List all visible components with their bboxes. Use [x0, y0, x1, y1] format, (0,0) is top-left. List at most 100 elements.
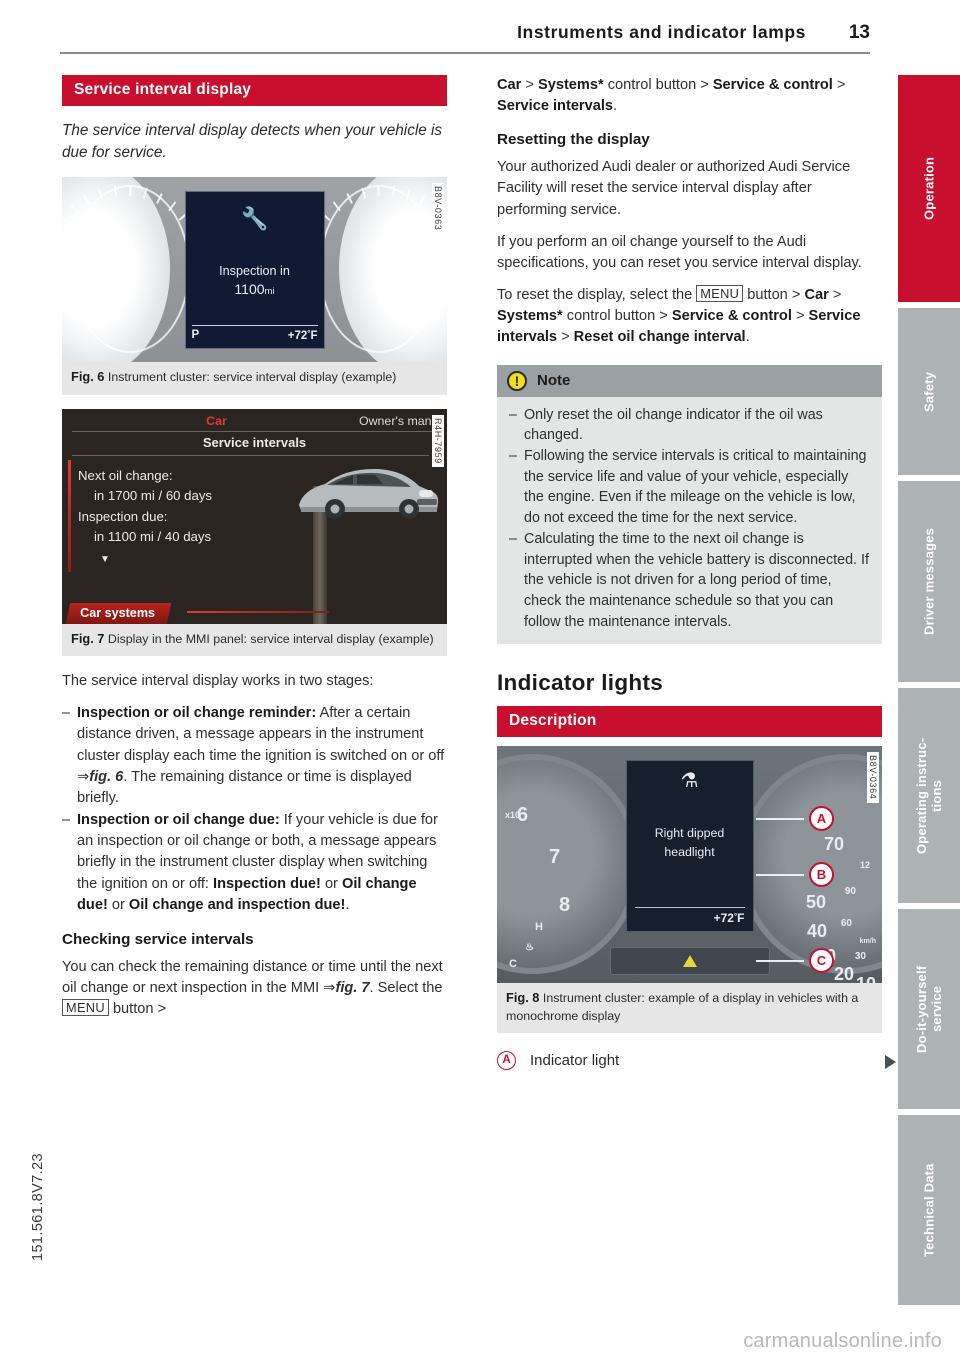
warning-triangle-icon	[682, 955, 697, 968]
gear-indicator: P	[191, 329, 200, 342]
side-tab-driver-messages[interactable]: Driver messages	[898, 481, 960, 682]
figure-7-caption: Fig. 7 Display in the MMI panel: service…	[62, 623, 447, 657]
figure-7-caption-text: Display in the MMI panel: service interv…	[107, 631, 434, 646]
menu-key-button[interactable]: MENU	[62, 999, 109, 1017]
page-title: Instruments and indicator lamps	[517, 22, 806, 42]
dial-tick	[377, 185, 380, 197]
page-number: 13	[848, 22, 870, 43]
dial-tick	[70, 204, 79, 215]
bullet1-reference: fig. 6	[89, 768, 124, 785]
temp-gauge-c: C	[509, 958, 517, 971]
speed-inner-90: 90	[844, 886, 856, 898]
reset-car: Car	[804, 287, 829, 304]
temp-gauge-h: H	[535, 921, 543, 934]
reset-service-control: Service & control	[671, 308, 792, 325]
mono-message-line1: Right dipped	[654, 826, 725, 841]
bullet1-bold: Inspection or oil change reminder:	[77, 705, 317, 722]
figure-8-caption: Fig. 8 Instrument cluster: example of a …	[497, 983, 882, 1034]
side-tab-operation[interactable]: Operation	[898, 75, 960, 302]
figure-7-image-code: R4H-7959	[432, 414, 444, 467]
figure-8-image: 6 x10 7 8 H C ♨ 70 60 50 40 30 20 10 12 …	[497, 746, 882, 984]
path-systems: Systems*	[537, 77, 604, 93]
figure-6: 🔧 Inspection in 1100mi P +72°F B8V-0363 …	[62, 177, 447, 395]
mmi-top-bar: Car Owner's man.	[62, 409, 447, 431]
side-tab-operating-instructions[interactable]: Operating instruc- tions	[898, 688, 960, 903]
tach-x1000-label: x10	[505, 810, 521, 821]
reset-mid-1: button >	[743, 287, 805, 304]
coolant-icon: ♨	[525, 942, 534, 954]
speed-unit-label: km/h	[859, 938, 876, 946]
dial-tick	[156, 193, 163, 205]
cluster-display-mono: ⚗ Right dipped headlight +72°F	[625, 760, 754, 933]
figure-7-caption-label: Fig. 7	[71, 630, 105, 646]
checking-reference: fig. 7	[335, 980, 370, 997]
path-end: .	[613, 98, 618, 115]
speed-inner-60: 60	[840, 918, 852, 930]
side-tab-technical-data[interactable]: Technical Data	[898, 1115, 960, 1305]
mono-message-line2: headlight	[664, 845, 715, 860]
two-stages-paragraph: The service interval display works in tw…	[62, 673, 374, 690]
legend-text-indicator-light: Indicator light	[530, 1052, 620, 1070]
speed-number-20: 20	[833, 964, 854, 984]
figure-8-caption-label: Fig. 8	[506, 990, 540, 1006]
path-service-intervals: Service intervals	[497, 98, 614, 115]
mmi-scroll-indicator	[68, 459, 71, 572]
reset-systems: Systems*	[497, 308, 563, 325]
page-header: Instruments and indicator lamps 13	[60, 22, 870, 44]
note-body: Only reset the oil change indicator if t…	[497, 397, 882, 645]
note-item-3: Calculating the time to the next oil cha…	[509, 529, 870, 633]
right-column: Car > Systems* control button > Service …	[497, 75, 896, 1071]
speed-number-70: 70	[823, 834, 844, 855]
checking-text-2: . Select the	[369, 980, 443, 997]
dial-tick	[361, 188, 367, 200]
reference-arrow-icon-2: ⇒	[323, 980, 336, 997]
bullet2-or-1: or	[320, 875, 342, 892]
section-title-description: Description	[497, 706, 882, 738]
path-sep-2: >	[832, 77, 846, 93]
dial-tick	[142, 188, 148, 200]
legend-badge-a: A	[497, 1051, 516, 1071]
mmi-body: Next oil change: in 1700 mi / 60 days In…	[62, 456, 447, 624]
side-tab-do-it-yourself-service[interactable]: Do-it-yourself service	[898, 909, 960, 1109]
left-column: Service interval display The service int…	[62, 75, 447, 1031]
reset-mid-2: control button >	[562, 308, 672, 325]
note-list: Only reset the oil change indicator if t…	[509, 405, 870, 633]
wrench-icon: 🔧	[241, 206, 268, 232]
reset-sep-2: >	[791, 308, 809, 325]
speed-number-40: 40	[806, 921, 827, 942]
reset-oil-change-interval: Reset oil change interval	[573, 329, 746, 346]
dial-tick	[346, 193, 353, 205]
bullet2-msg-1: Inspection due!	[213, 875, 321, 892]
side-tab-safety[interactable]: Safety	[898, 308, 960, 475]
figure-6-caption: Fig. 6 Instrument cluster: service inter…	[62, 362, 447, 395]
subheading-resetting-the-display: Resetting the display	[497, 131, 650, 149]
reset-sep-1: >	[828, 287, 842, 304]
speed-number-10: 10	[856, 974, 876, 983]
path-sep-1: >	[521, 77, 538, 93]
dial-tick	[405, 189, 411, 201]
dial-tick	[83, 195, 91, 207]
mmi-tab-car-systems[interactable]: Car systems	[65, 602, 172, 624]
mmi-tab-car-systems-label: Car systems	[80, 605, 156, 620]
cluster-display: 🔧 Inspection in 1100mi P +72°F	[184, 191, 325, 350]
mmi-tab-underline	[187, 610, 329, 613]
paragraph-self-reset: If you perform an oil change yourself to…	[497, 233, 862, 271]
mmi-line-inspection-value: in 1100 mi / 40 days	[94, 529, 212, 545]
tachometer-dial-mono	[497, 754, 640, 975]
figure-7-image: Car Owner's man. Service intervals Next …	[62, 408, 447, 624]
speed-number-50: 50	[805, 892, 826, 913]
bullet1-text-b: . The remaining distance or time is disp…	[77, 768, 412, 806]
bullet2-bold: Inspection or oil change due:	[77, 812, 280, 829]
watermark: carmanualsonline.info	[743, 1330, 942, 1352]
header-divider	[60, 52, 870, 54]
note-header: ! Note	[497, 364, 882, 397]
path-car: Car	[497, 77, 522, 93]
chevron-down-icon: ▼	[100, 553, 110, 565]
intro-paragraph: The service interval display detects whe…	[62, 122, 443, 161]
document-code: 151.561.8V7.23	[30, 1153, 46, 1261]
tach-number-8: 8	[559, 894, 571, 917]
bullet2-end: .	[345, 896, 350, 913]
bullet2-or-2: or	[107, 896, 129, 913]
menu-key-button-2[interactable]: MENU	[696, 285, 744, 303]
cluster-distance-value: 1100	[234, 281, 265, 298]
